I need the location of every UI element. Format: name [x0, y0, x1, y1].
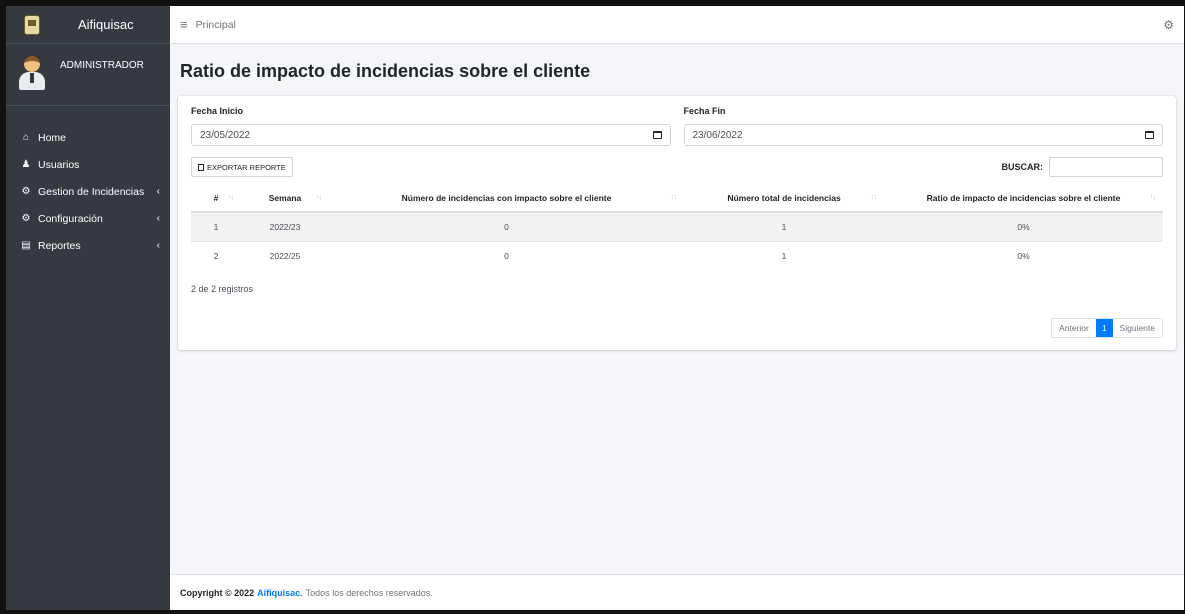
end-date-label: Fecha Fin: [683, 106, 726, 116]
column-header-semana[interactable]: Semana ↑↓: [241, 185, 329, 213]
table-info: 2 de 2 registros: [191, 284, 254, 294]
file-icon: [198, 163, 204, 171]
pagination-page-button[interactable]: 1: [1095, 319, 1113, 337]
end-date-input[interactable]: 23/06/2022: [683, 124, 1163, 146]
table-cell: 0%: [884, 240, 1163, 270]
sidebar-item-gestion-incidencias[interactable]: ⚙ Gestion de Incidencias ‹: [6, 178, 170, 205]
report-table: # ↑↓ Semana ↑↓ Número de incidencias con i…: [191, 185, 1163, 270]
table-row: 2 2022/25 0 1 0%: [191, 240, 1163, 270]
table-cell: 0: [329, 211, 684, 241]
chevron-left-icon: ‹: [156, 213, 160, 224]
column-header-impacto[interactable]: Número de incidencias con impacto sobre …: [329, 185, 684, 213]
footer-copyright: Copyright © 2022: [180, 587, 255, 598]
sort-icon: ↑↓: [1150, 194, 1156, 201]
table-row: 1 2022/23 0 1 0%: [191, 211, 1163, 241]
app-window: Aifiquisac ADMINISTRADOR ⌂ Home ♟ Usuari…: [6, 6, 1184, 610]
home-icon: ⌂: [22, 132, 30, 143]
table-cell: 1: [684, 211, 884, 241]
sidebar-item-label: Gestion de Incidencias: [38, 185, 145, 198]
footer: Copyright © 2022 Aifiquisac. Todos los d…: [170, 574, 1184, 610]
chevron-left-icon: ‹: [156, 186, 160, 197]
sidebar-item-reportes[interactable]: ▤ Reportes ‹: [6, 232, 170, 259]
sort-icon: ↑↓: [871, 194, 877, 201]
sidebar-item-label: Home: [38, 131, 67, 144]
calendar-icon[interactable]: [1145, 131, 1154, 139]
sidebar-item-label: Reportes: [38, 239, 81, 252]
users-icon: ♟: [21, 159, 31, 170]
page-title: Ratio de impacto de incidencias sobre el…: [180, 61, 591, 81]
search-input[interactable]: [1049, 157, 1163, 177]
sidebar-item-configuracion[interactable]: ⚙ Configuración ‹: [6, 205, 170, 232]
calendar-icon[interactable]: [652, 131, 662, 139]
export-report-label: EXPORTAR REPORTE: [207, 162, 286, 172]
table-header-row: # ↑↓ Semana ↑↓ Número de incidencias con i…: [191, 185, 1163, 213]
table-cell: 2022/23: [241, 211, 329, 241]
menu-toggle-icon[interactable]: ≡: [180, 17, 188, 32]
pagination-next-button[interactable]: Siguiente: [1113, 319, 1162, 337]
gear-icon[interactable]: ⚙: [1163, 18, 1174, 32]
chevron-left-icon: ‹: [156, 240, 160, 251]
sort-icon: ↑↓: [671, 194, 677, 201]
pagination: Anterior 1 Siguiente: [1051, 318, 1163, 338]
sort-icon: ↑↓: [228, 194, 234, 201]
footer-brand-link[interactable]: Aifiquisac.: [257, 588, 303, 598]
pagination-prev-button[interactable]: Anterior: [1052, 319, 1096, 337]
start-date-input[interactable]: 23/05/2022: [191, 124, 671, 146]
start-date-label: Fecha Inicio: [191, 106, 244, 116]
footer-rights: Todos los derechos reservados.: [305, 587, 433, 598]
table-cell: 1: [684, 240, 884, 270]
report-card: Fecha Inicio 23/05/2022 Fecha Fin 23/06/…: [178, 96, 1176, 350]
table-cell: 2: [191, 240, 241, 270]
table-cell: 0: [329, 240, 684, 270]
sidebar-nav: ⌂ Home ♟ Usuarios ⚙ Gestion de Incidenci…: [6, 106, 170, 259]
table-cell: 1: [191, 211, 241, 241]
chart-icon: ▤: [21, 240, 31, 251]
user-panel[interactable]: ADMINISTRADOR: [6, 44, 170, 106]
end-date-value: 23/06/2022: [692, 129, 743, 141]
brand[interactable]: Aifiquisac: [6, 6, 170, 44]
table-cell: 0%: [884, 211, 1163, 241]
column-header-number[interactable]: # ↑↓: [191, 185, 241, 213]
export-report-button[interactable]: EXPORTAR REPORTE: [191, 157, 293, 177]
sidebar-item-home[interactable]: ⌂ Home: [6, 124, 170, 151]
brand-logo-icon: [24, 14, 40, 35]
table-cell: 2022/25: [241, 240, 329, 270]
column-header-total[interactable]: Número total de incidencias ↑↓: [684, 185, 884, 213]
sidebar-item-usuarios[interactable]: ♟ Usuarios: [6, 151, 170, 178]
date-filters: Fecha Inicio 23/05/2022 Fecha Fin 23/06/…: [191, 106, 1163, 146]
search-label: BUSCAR:: [1001, 162, 1044, 172]
topbar: ≡ Principal ⚙: [170, 6, 1184, 44]
breadcrumb[interactable]: Principal: [196, 19, 1164, 31]
sort-icon: ↑↓: [316, 194, 322, 201]
sidebar-item-label: Usuarios: [38, 158, 80, 171]
avatar: [18, 56, 46, 92]
sidebar-item-label: Configuración: [38, 212, 103, 225]
start-date-value: 23/05/2022: [200, 129, 251, 141]
cogs-icon: ⚙: [21, 213, 31, 224]
main-content: ≡ Principal ⚙ Ratio de impacto de incide…: [170, 6, 1184, 610]
user-name: ADMINISTRADOR: [60, 60, 144, 71]
cogs-icon: ⚙: [21, 186, 31, 197]
sidebar: Aifiquisac ADMINISTRADOR ⌂ Home ♟ Usuari…: [6, 6, 170, 610]
column-header-ratio[interactable]: Ratio de impacto de incidencias sobre el…: [884, 185, 1163, 213]
table-toolbar: EXPORTAR REPORTE BUSCAR:: [191, 156, 1163, 178]
brand-name: Aifiquisac: [78, 17, 134, 32]
